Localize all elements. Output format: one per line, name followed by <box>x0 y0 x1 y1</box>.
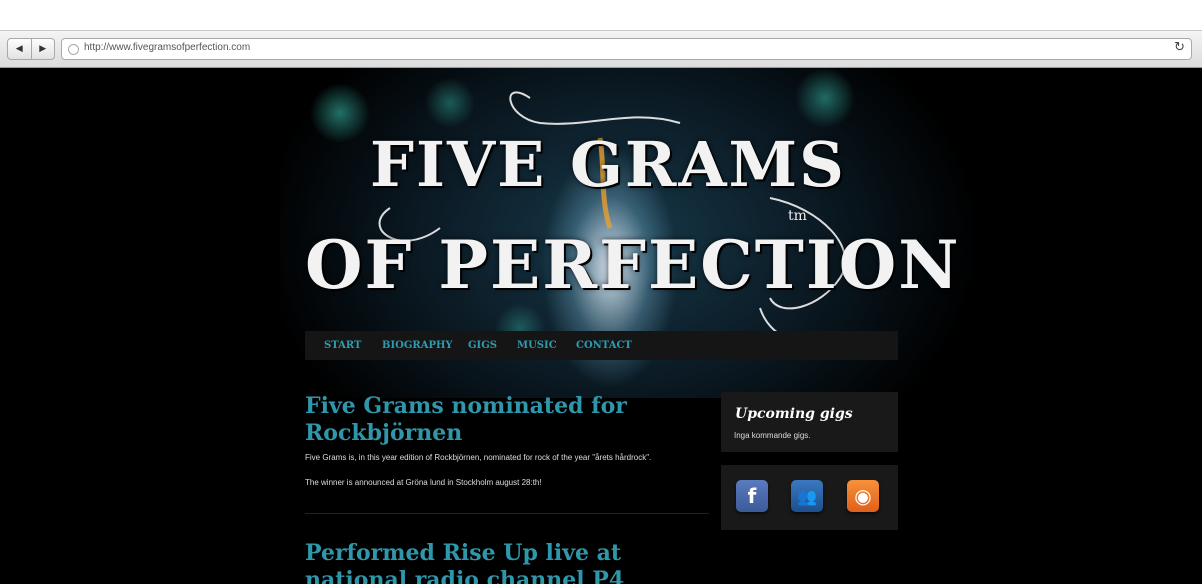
nav-music[interactable]: MUSIC <box>517 340 557 351</box>
post-title[interactable]: Five Grams nominated for Rockbjörnen <box>305 393 705 447</box>
browser-toolbar: ◀ ▶ http://www.fivegramsofperfection.com… <box>0 30 1202 68</box>
nav-biography[interactable]: BIOGRAPHY <box>382 340 453 351</box>
nav-gigs[interactable]: GIGS <box>468 340 497 351</box>
post-title[interactable]: Performed Rise Up live at national radio… <box>305 540 705 584</box>
logo-swirl-decoration <box>378 91 847 341</box>
nav-contact[interactable]: CONTACT <box>576 340 632 351</box>
logo-trademark: tm <box>788 208 807 224</box>
history-buttons: ◀ ▶ <box>7 38 55 60</box>
upcoming-gigs-widget: Upcoming gigs Inga kommande gigs. <box>721 392 898 452</box>
nav-start[interactable]: START <box>324 340 361 351</box>
back-button[interactable]: ◀ <box>8 39 31 59</box>
url-text[interactable]: http://www.fivegramsofperfection.com <box>84 42 250 53</box>
post-divider <box>305 513 709 514</box>
reload-icon[interactable]: ↻ <box>1174 40 1185 55</box>
widget-title: Upcoming gigs <box>735 406 853 422</box>
logo-text-line1: FIVE GRAMS <box>370 128 846 201</box>
rss-icon[interactable]: ◉ <box>847 480 879 512</box>
social-links-widget: f 👥 ◉ <box>721 465 898 530</box>
myspace-icon[interactable]: 👥 <box>791 480 823 512</box>
post-paragraph: Five Grams is, in this year edition of R… <box>305 453 652 462</box>
website: FIVE GRAMS tm OF PERFECTION START BIOGRA… <box>0 68 1202 584</box>
facebook-icon[interactable]: f <box>736 480 768 512</box>
post-paragraph: The winner is announced at Gröna lund in… <box>305 478 542 487</box>
main-nav: START BIOGRAPHY GIGS MUSIC CONTACT <box>305 331 898 360</box>
widget-text: Inga kommande gigs. <box>734 431 811 440</box>
forward-button[interactable]: ▶ <box>30 39 55 59</box>
page-status-icon <box>68 44 79 55</box>
logo-text-line2: OF PERFECTION <box>305 226 961 304</box>
address-bar[interactable]: http://www.fivegramsofperfection.com ↻ <box>61 38 1192 60</box>
